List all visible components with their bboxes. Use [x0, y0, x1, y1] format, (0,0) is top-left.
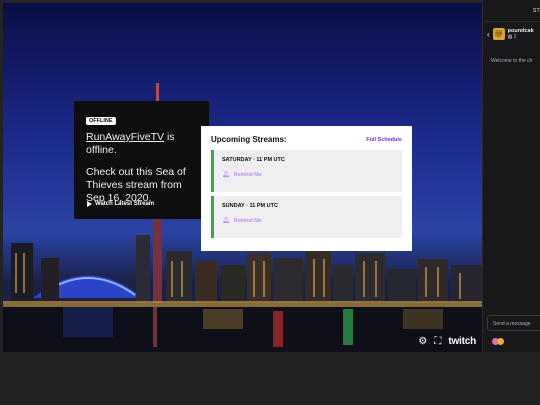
- offline-message: Check out this Sea of Thieves stream fro…: [86, 166, 186, 204]
- channel-link[interactable]: RunAwayFiveTV: [86, 131, 164, 143]
- schedule-title: Upcoming Streams:: [211, 135, 287, 144]
- remind-me-label: Remind Me: [233, 217, 262, 224]
- fullscreen-icon[interactable]: ⛶: [434, 336, 441, 347]
- remind-me-button[interactable]: 🔔︎ Remind Me: [222, 171, 394, 179]
- schedule-time: SUNDAY · 11 PM UTC: [222, 203, 278, 209]
- bell-icon: 🔔︎: [222, 218, 230, 224]
- offline-badge: OFFLINE: [86, 117, 116, 125]
- schedule-item: SATURDAY · 11 PM UTC 🔔︎ Remind Me: [211, 150, 402, 192]
- watch-latest-button[interactable]: Watch Latest Stream: [87, 201, 154, 207]
- play-icon: [87, 201, 92, 207]
- bits-icon[interactable]: [492, 337, 504, 345]
- chevron-left-icon[interactable]: ‹: [487, 30, 490, 39]
- gift-count: ▦ 2: [507, 34, 517, 40]
- bell-icon: 🔔︎: [222, 172, 230, 178]
- chat-input-placeholder: Send a message: [493, 321, 531, 327]
- offline-title: RunAwayFiveTV is offline.: [86, 131, 197, 157]
- chat-header-label: ST: [533, 8, 540, 14]
- stream-page: ⚙ ⛶ twitch OFFLINE RunAwayFiveTV is offl…: [0, 0, 540, 405]
- schedule-item: SUNDAY · 11 PM UTC 🔔︎ Remind Me: [211, 196, 402, 238]
- chat-input[interactable]: Send a message: [487, 315, 540, 331]
- watch-latest-label: Watch Latest Stream: [95, 201, 155, 207]
- twitch-logo[interactable]: twitch: [448, 336, 476, 347]
- remind-me-label: Remind Me: [233, 171, 262, 178]
- upcoming-streams-card: Upcoming Streams: Full Schedule SATURDAY…: [201, 126, 412, 251]
- avatar: 🎁︎: [492, 28, 505, 40]
- schedule-time: SATURDAY · 11 PM UTC: [222, 157, 285, 163]
- settings-icon[interactable]: ⚙: [418, 336, 427, 347]
- remind-me-button[interactable]: 🔔︎ Remind Me: [222, 217, 394, 225]
- chat-welcome: Welcome to the ch: [491, 58, 533, 64]
- chat-header: ST: [483, 0, 540, 22]
- player-controls: ⚙ ⛶ twitch: [418, 336, 476, 347]
- schedule-header: Upcoming Streams: Full Schedule: [211, 135, 402, 144]
- gift-count-value: 2: [513, 34, 517, 40]
- user-info: poundcak ▦ 2: [508, 28, 534, 40]
- chat-top-user[interactable]: ‹ 🎁︎ poundcak ▦ 2: [487, 28, 534, 40]
- offline-card: OFFLINE RunAwayFiveTV is offline. Check …: [74, 101, 209, 219]
- full-schedule-link[interactable]: Full Schedule: [366, 137, 402, 143]
- chat-panel: ST ‹ 🎁︎ poundcak ▦ 2 Welcome to the ch S…: [482, 0, 540, 352]
- bits-icon-right: [497, 338, 504, 345]
